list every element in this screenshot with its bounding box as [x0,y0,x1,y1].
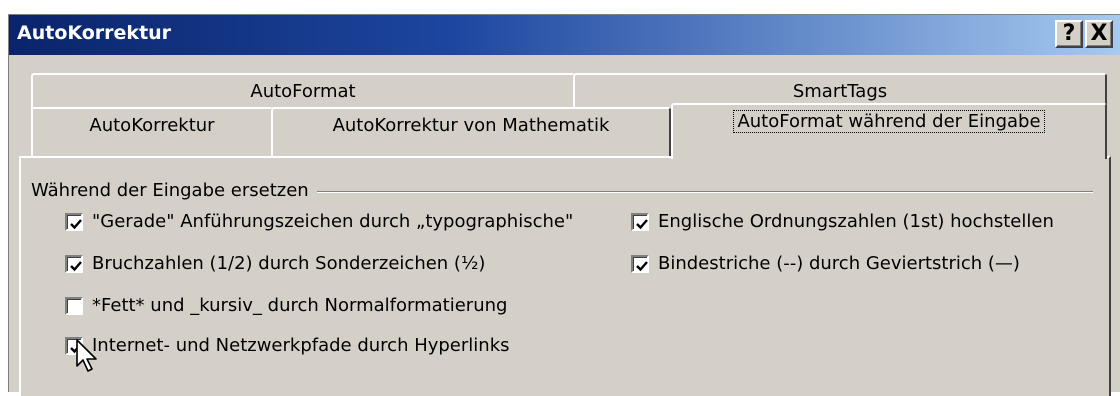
checkbox[interactable] [65,297,83,315]
tab-autoformat-eingabe[interactable]: AutoFormat während der Eingabe [671,103,1107,159]
checkbox[interactable] [631,255,649,273]
window-title: AutoKorrektur [17,22,172,44]
title-bar[interactable]: AutoKorrektur ? X [9,15,1120,55]
autokorrektur-dialog: AutoKorrektur ? X AutoFormat SmartTags A… [8,14,1120,396]
option-label: Bruchzahlen (1/2) durch Sonderzeichen (½… [92,253,486,274]
checkbox[interactable] [65,255,83,273]
tab-autokorrektur-mathematik[interactable]: AutoKorrektur von Mathematik [271,107,671,157]
checkmark-icon [70,261,82,272]
tab-autokorrektur[interactable]: AutoKorrektur [31,107,273,157]
help-button[interactable]: ? [1055,20,1083,48]
option-label: *Fett* und _kursiv_ durch Normalformatie… [92,295,508,316]
tab-autoformat-eingabe-label: AutoFormat während der Eingabe [733,110,1045,133]
option-label: Internet- und Netzwerkpfade durch Hyperl… [92,335,510,356]
mouse-pointer-icon [76,339,97,372]
tab-autokorrektur-mathematik-label: AutoKorrektur von Mathematik [332,115,610,136]
checkmark-icon [636,219,648,230]
checkmark-icon [636,261,648,272]
tab-autoformat-label: AutoFormat [250,81,356,102]
close-button[interactable]: X [1085,20,1113,48]
option-label: Englische Ordnungszahlen (1st) hochstell… [658,211,1054,232]
option-label: "Gerade" Anführungszeichen durch „typogr… [92,211,574,232]
option-label: Bindestriche (--) durch Geviertstrich (—… [658,253,1020,274]
checkbox[interactable] [631,213,649,231]
tab-smarttags-label: SmartTags [792,81,888,102]
checkbox[interactable] [65,213,83,231]
tab-autokorrektur-label: AutoKorrektur [89,115,215,136]
checkmark-icon [70,219,82,230]
group-title: Während der Eingabe ersetzen [31,180,317,201]
